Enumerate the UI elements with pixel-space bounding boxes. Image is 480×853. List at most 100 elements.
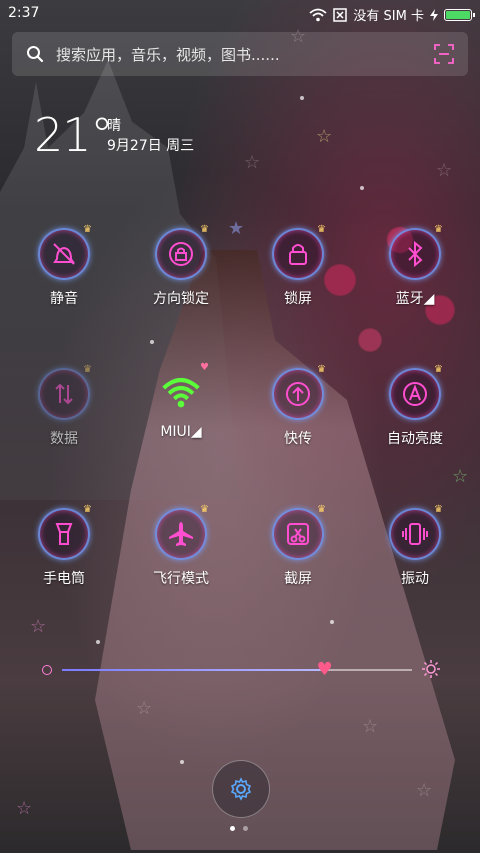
toggle-rotation-lock[interactable]: ♛ 方向锁定 xyxy=(131,224,231,328)
sparkle-decoration xyxy=(360,186,364,190)
toggle-label: MIUI◢ xyxy=(160,424,202,440)
toggle-wifi[interactable]: ♥ MIUI◢ xyxy=(131,362,231,468)
toggle-label: 蓝牙◢ xyxy=(395,291,435,307)
sparkle-decoration xyxy=(300,96,304,100)
bluetooth-icon xyxy=(408,240,423,268)
sim-status-text: 没有 SIM 卡 xyxy=(353,9,424,24)
toggle-label: 锁屏 xyxy=(284,291,312,307)
toggle-vibrate[interactable]: ♛ 振动 xyxy=(365,504,465,608)
status-time: 2:37 xyxy=(8,5,40,21)
status-icons: 没有 SIM 卡 xyxy=(309,5,475,24)
auto-brightness-icon xyxy=(403,382,427,406)
star-decoration: ☆ xyxy=(316,126,333,147)
toggle-flashlight[interactable]: ♛ 手电筒 xyxy=(14,504,114,608)
toggle-label: 截屏 xyxy=(284,571,312,587)
toggle-ring: ♛ xyxy=(389,224,443,280)
crown-icon: ♛ xyxy=(434,504,443,515)
sparkle-decoration xyxy=(96,640,100,644)
temperature: 21° xyxy=(34,108,114,162)
crown-icon: ♛ xyxy=(83,224,92,235)
toggle-ring: ♥ xyxy=(157,362,209,416)
search-bar[interactable]: 搜索应用，音乐，视频，图书...... xyxy=(12,32,468,76)
page-dot xyxy=(243,826,248,831)
star-decoration: ☆ xyxy=(436,160,453,181)
star-decoration: ☆ xyxy=(136,698,153,719)
wifi-status-icon xyxy=(309,8,328,21)
brightness-low-icon xyxy=(42,665,52,675)
heart-icon: ♥ xyxy=(200,362,209,373)
star-decoration: ☆ xyxy=(244,152,261,173)
crown-icon: ♛ xyxy=(317,224,326,235)
toggle-label: 飞行模式 xyxy=(153,571,209,587)
vibrate-icon xyxy=(402,523,428,545)
crown-icon: ♛ xyxy=(200,224,209,235)
wifi-icon xyxy=(162,378,200,408)
rotation-lock-icon xyxy=(169,242,193,266)
weather-info: 晴 9月27日 周三 xyxy=(107,116,194,156)
toggle-label: 数据 xyxy=(50,431,78,447)
brightness-high-icon xyxy=(422,660,440,678)
toggle-auto-brightness[interactable]: ♛ 自动亮度 xyxy=(365,364,465,468)
toggle-data[interactable]: ♛ 数据 xyxy=(14,364,114,468)
toggle-ring: ♛ xyxy=(155,504,209,560)
crown-icon: ♛ xyxy=(200,504,209,515)
toggle-label: 快传 xyxy=(284,431,312,447)
screenshot-icon xyxy=(287,523,309,545)
brightness-fill xyxy=(62,669,325,671)
crown-icon: ♛ xyxy=(317,504,326,515)
weather-widget[interactable]: 21° xyxy=(34,108,114,162)
toggle-ring: ♛ xyxy=(38,364,92,420)
star-decoration: ☆ xyxy=(452,466,469,487)
star-decoration: ☆ xyxy=(16,798,33,819)
toggle-label: 静音 xyxy=(50,291,78,307)
brightness-thumb[interactable]: ♥ xyxy=(317,659,333,680)
toggle-label: 自动亮度 xyxy=(387,431,443,447)
page-dot-active xyxy=(230,826,235,831)
toggle-ring: ♛ xyxy=(38,224,92,280)
lock-icon xyxy=(289,244,307,265)
toggle-ring: ♛ xyxy=(272,364,326,420)
toggle-airplane[interactable]: ♛ 飞行模式 xyxy=(131,504,231,608)
toggle-ring: ♛ xyxy=(38,504,92,560)
star-decoration: ☆ xyxy=(416,780,433,801)
toggle-ring: ♛ xyxy=(272,504,326,560)
toggle-ring: ♛ xyxy=(389,504,443,560)
toggle-ring: ♛ xyxy=(272,224,326,280)
battery-icon xyxy=(444,8,475,21)
crown-icon: ♛ xyxy=(83,364,92,375)
weather-condition: 晴 xyxy=(107,118,121,134)
toggle-label: 方向锁定 xyxy=(153,291,209,307)
page-indicator xyxy=(230,826,248,831)
sparkle-decoration xyxy=(150,340,154,344)
no-sim-icon xyxy=(333,7,348,22)
toggle-ring: ♛ xyxy=(155,224,209,280)
crown-icon: ♛ xyxy=(317,364,326,375)
toggle-transfer[interactable]: ♛ 快传 xyxy=(248,364,348,468)
crown-icon: ♛ xyxy=(434,364,443,375)
weather-date: 9月27日 周三 xyxy=(107,138,195,154)
charging-icon xyxy=(430,8,438,21)
status-bar: 2:37 没有 SIM 卡 xyxy=(0,0,480,28)
sparkle-decoration xyxy=(180,760,184,764)
search-input[interactable]: 搜索应用，音乐，视频，图书...... xyxy=(56,44,280,65)
airplane-icon xyxy=(169,522,193,546)
crown-icon: ♛ xyxy=(434,224,443,235)
battery-fill xyxy=(446,10,470,19)
search-icon xyxy=(27,46,44,63)
mute-bell-icon xyxy=(53,243,75,265)
toggle-screenshot[interactable]: ♛ 截屏 xyxy=(248,504,348,608)
scan-icon[interactable] xyxy=(434,44,454,64)
crown-icon: ♛ xyxy=(83,504,92,515)
brightness-track[interactable]: ♥ xyxy=(62,659,412,680)
settings-button[interactable] xyxy=(212,760,270,818)
brightness-slider[interactable]: ♥ xyxy=(38,658,442,682)
toggle-label: 振动 xyxy=(401,571,429,587)
star-decoration: ☆ xyxy=(30,616,47,637)
toggle-label: 手电筒 xyxy=(43,571,85,587)
transfer-icon xyxy=(286,382,310,406)
toggle-bluetooth[interactable]: ♛ 蓝牙◢ xyxy=(365,224,465,328)
gear-icon xyxy=(230,777,252,801)
toggle-lock[interactable]: ♛ 锁屏 xyxy=(248,224,348,328)
toggle-mute-bell[interactable]: ♛ 静音 xyxy=(14,224,114,328)
flashlight-icon xyxy=(55,523,73,545)
